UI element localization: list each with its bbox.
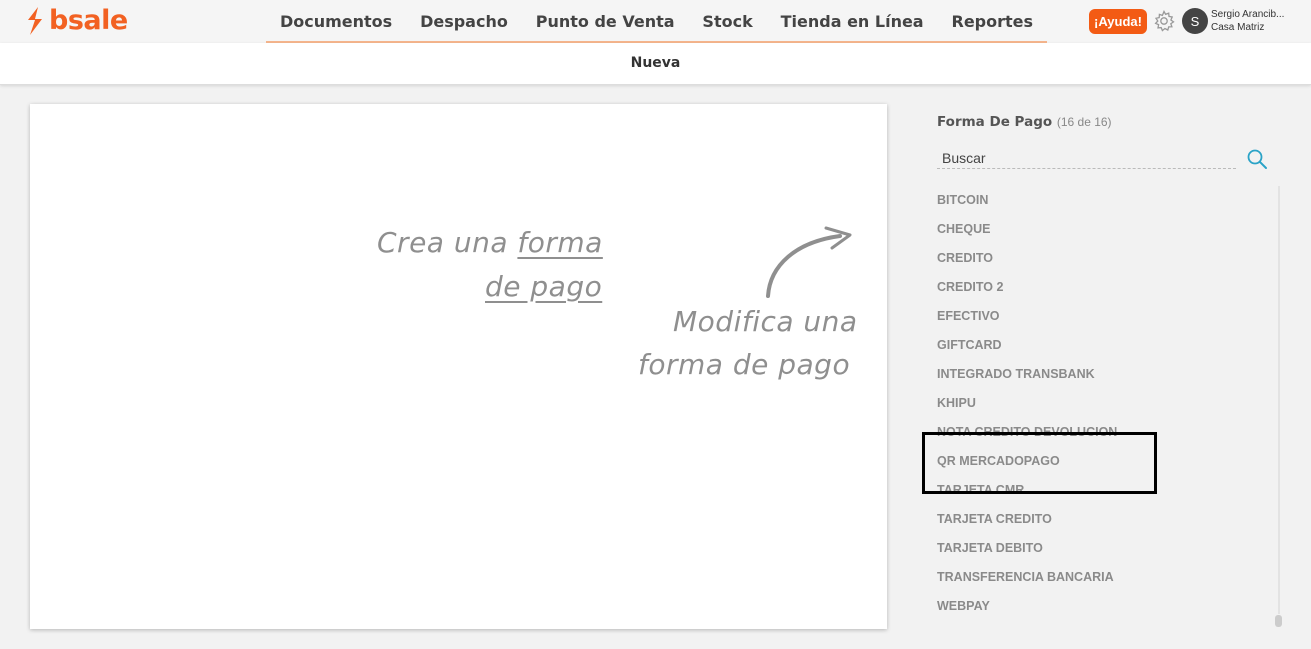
- new-button[interactable]: Nueva: [0, 55, 1311, 71]
- gear-icon[interactable]: [1152, 9, 1176, 33]
- nav-reportes[interactable]: Reportes: [952, 12, 1034, 31]
- highlight-box: [922, 432, 1157, 494]
- list-item[interactable]: TARJETA DEBITO: [937, 534, 1117, 563]
- list-item[interactable]: BITCOIN: [937, 186, 1117, 215]
- help-button[interactable]: ¡Ayuda!: [1089, 9, 1147, 34]
- nav-despacho[interactable]: Despacho: [420, 12, 508, 31]
- bsale-logo-icon: [28, 7, 42, 35]
- list-scrollbar[interactable]: [1278, 186, 1280, 614]
- list-item[interactable]: CREDITO 2: [937, 273, 1117, 302]
- user-name[interactable]: Sergio Arancib...: [1211, 9, 1284, 20]
- create-hint-line-1: Crea una forma: [377, 226, 603, 259]
- list-item[interactable]: CREDITO: [937, 244, 1117, 273]
- nav-punto-de-venta[interactable]: Punto de Venta: [536, 12, 675, 31]
- panel-title-text: Forma De Pago: [937, 114, 1053, 130]
- create-payment-link[interactable]: forma: [517, 226, 602, 259]
- list-item[interactable]: KHIPU: [937, 389, 1117, 418]
- sub-nav-bar: Nueva: [0, 43, 1311, 85]
- nav-tienda-en-linea[interactable]: Tienda en Línea: [781, 12, 924, 31]
- scrollbar-handle[interactable]: [1275, 615, 1282, 627]
- curved-arrow-icon: [766, 226, 852, 298]
- create-payment-link-2[interactable]: de pago: [485, 270, 602, 303]
- search-icon[interactable]: [1246, 148, 1268, 170]
- list-item[interactable]: GIFTCARD: [937, 331, 1117, 360]
- list-item[interactable]: TRANSFERENCIA BANCARIA: [937, 563, 1117, 592]
- user-branch: Casa Matriz: [1211, 22, 1265, 33]
- panel-count: (16 de 16): [1056, 115, 1112, 129]
- modify-hint-line-1: Modifica una: [673, 305, 858, 338]
- panel-title: Forma De Pago (16 de 16): [937, 114, 1112, 130]
- bsale-logo[interactable]: bsale: [25, 6, 128, 36]
- nav-documentos[interactable]: Documentos: [280, 12, 392, 31]
- main-nav: Documentos Despacho Punto de Venta Stock…: [266, 0, 1047, 43]
- list-item[interactable]: EFECTIVO: [937, 302, 1117, 331]
- list-item[interactable]: CHEQUE: [937, 215, 1117, 244]
- create-hint-prefix: Crea una: [377, 226, 508, 259]
- top-bar: bsale Documentos Despacho Punto de Venta…: [0, 0, 1311, 43]
- create-hint-line-2: de pago: [485, 270, 602, 303]
- modify-hint-line-2: forma de pago: [638, 348, 851, 381]
- logo-wordmark: bsale: [49, 5, 128, 36]
- payment-method-list: BITCOIN CHEQUE CREDITO CREDITO 2 EFECTIV…: [937, 186, 1117, 621]
- search-input[interactable]: [937, 148, 1236, 169]
- avatar[interactable]: S: [1182, 8, 1208, 34]
- nav-stock[interactable]: Stock: [702, 12, 752, 31]
- list-item[interactable]: WEBPAY: [937, 592, 1117, 621]
- list-item[interactable]: INTEGRADO TRANSBANK: [937, 360, 1117, 389]
- list-item[interactable]: TARJETA CREDITO: [937, 505, 1117, 534]
